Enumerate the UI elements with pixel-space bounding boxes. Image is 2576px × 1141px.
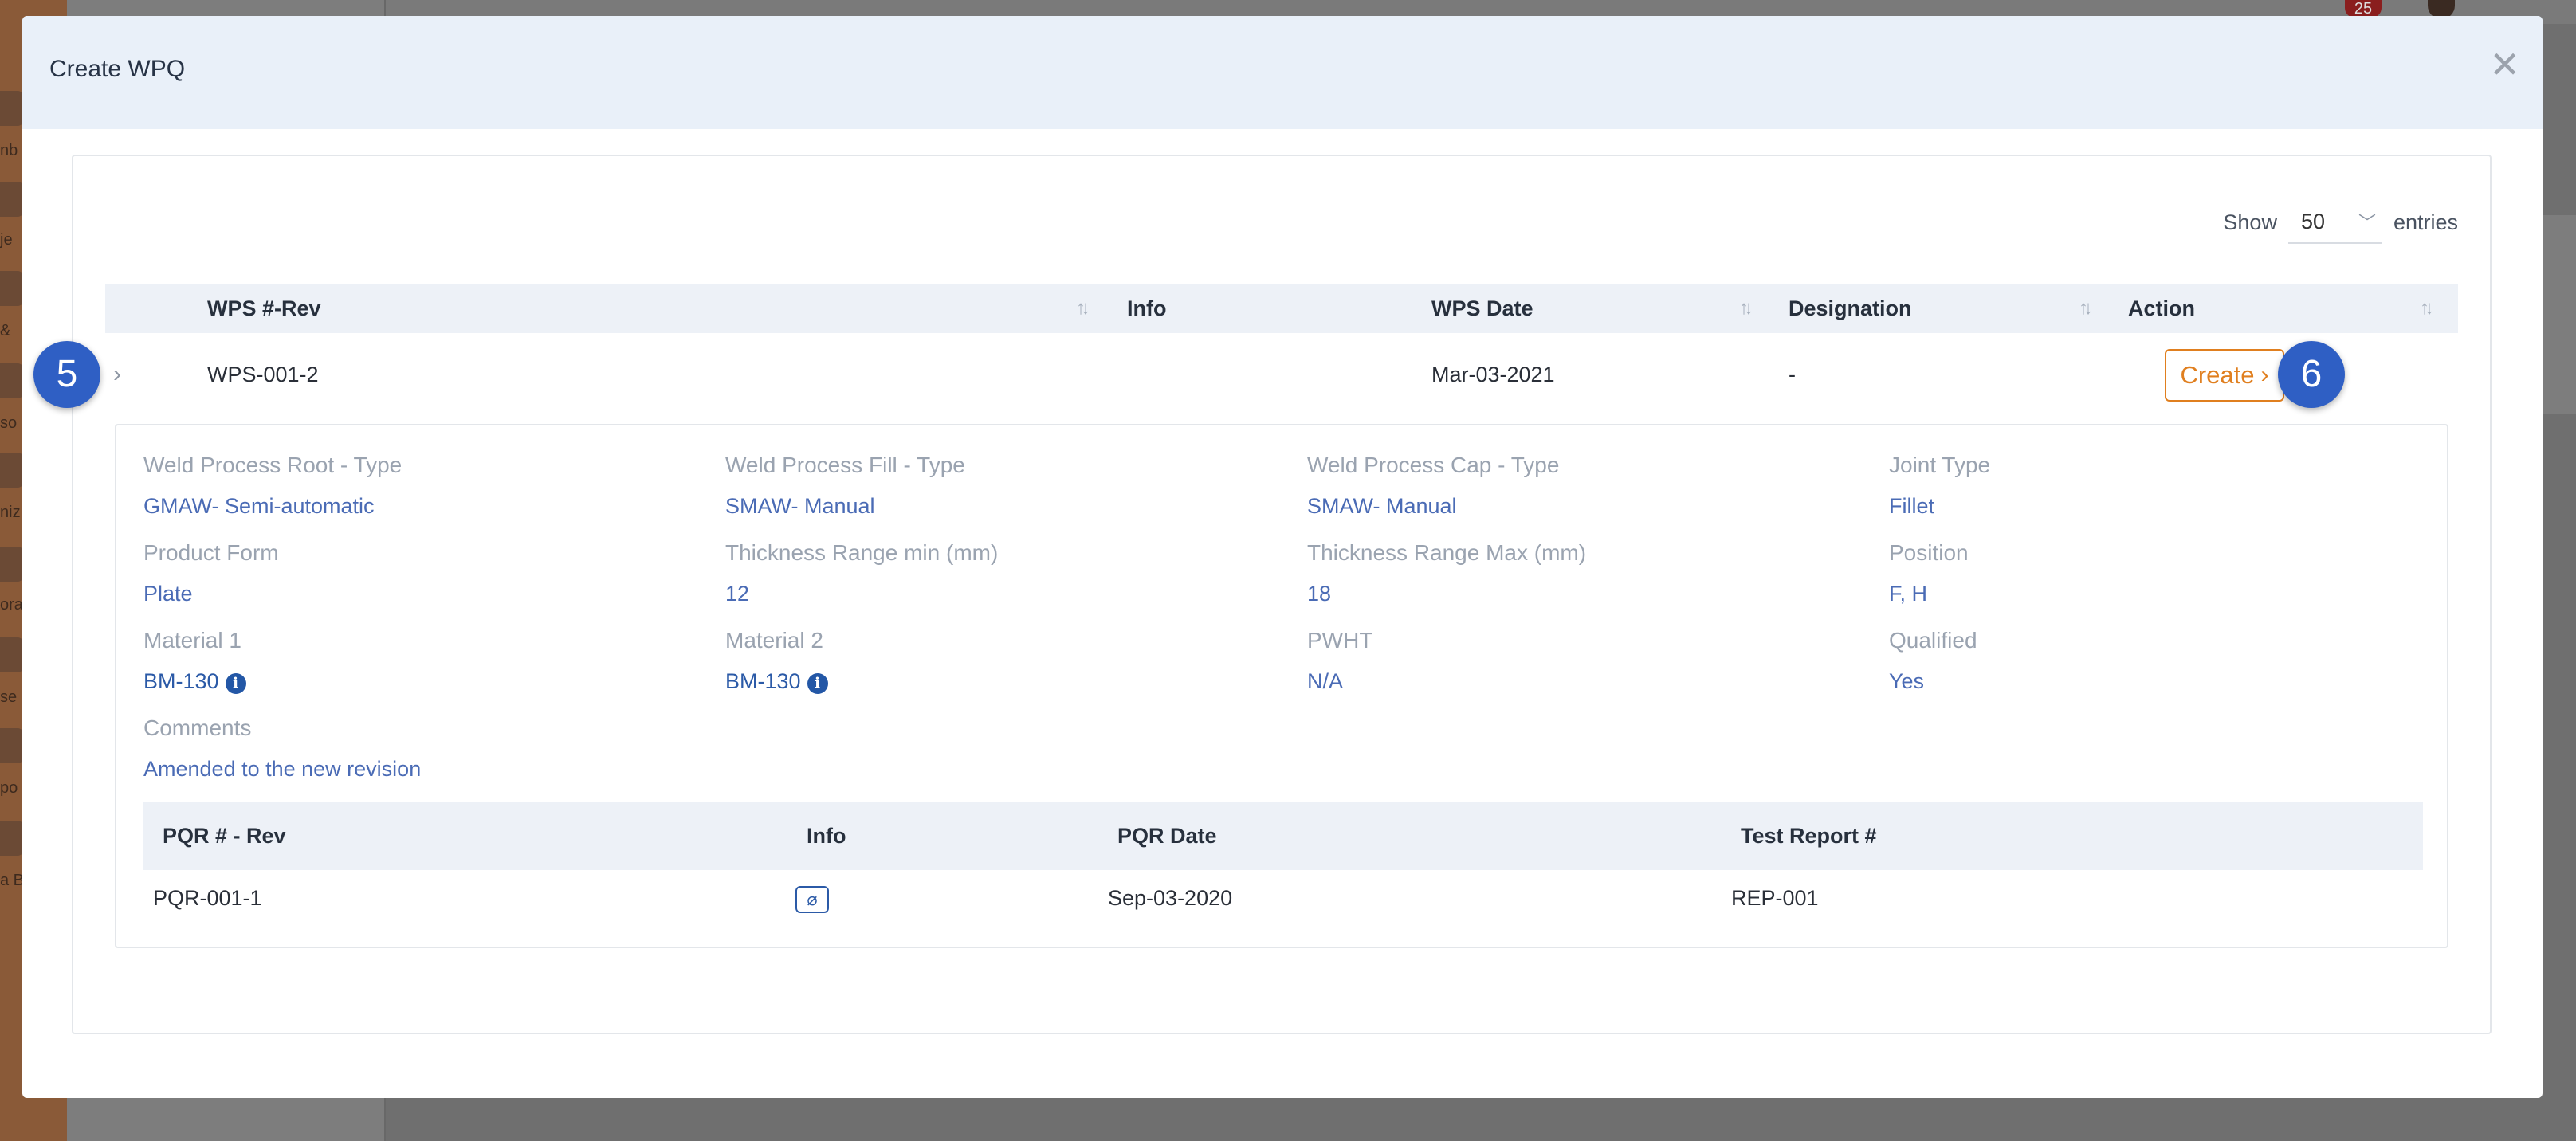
sidebar-corp-icon (0, 547, 24, 582)
sidebar-label: ora (0, 596, 23, 614)
sort-icon[interactable]: ↑↓ (1076, 284, 1090, 333)
sidebar-dashboard-icon (0, 91, 24, 126)
chevron-right-icon[interactable]: › (113, 333, 121, 416)
column-header-designation[interactable]: Designation (1789, 284, 1912, 333)
sidebar-projects-icon (0, 182, 24, 217)
notification-badge: 25 (2345, 0, 2382, 18)
comments-value: Amended to the new revision (143, 757, 422, 781)
field-label: Product Form (143, 540, 279, 565)
modal-title: Create WPQ (49, 56, 186, 82)
show-entries-control: Show 50 ﹀ entries (2223, 201, 2458, 244)
create-button-label: Create (2180, 361, 2255, 389)
field-label: Joint Type (1889, 453, 1991, 477)
material-2-value: BM-130 i (725, 669, 828, 694)
create-button[interactable]: Create › (2165, 349, 2284, 402)
wps-table-header: WPS #-Rev ↑↓ Info WPS Date ↑↓ Designatio… (105, 284, 2458, 333)
sidebar-org-icon (0, 453, 24, 488)
sidebar-label: po (0, 779, 18, 797)
sidebar-label: nb (0, 142, 18, 159)
field-label: Weld Process Fill - Type (725, 453, 965, 477)
sidebar-label: a B (0, 872, 25, 889)
material-2-link[interactable]: BM-130 (725, 669, 801, 693)
close-icon[interactable]: ✕ (2489, 46, 2520, 83)
pqr-date-cell: Sep-03-2020 (1108, 886, 1233, 910)
column-header-info: Info (1127, 296, 1167, 320)
modal-header: Create WPQ ✕ (22, 16, 2543, 129)
field-value: GMAW- Semi-automatic (143, 494, 375, 518)
info-icon[interactable]: i (807, 673, 828, 694)
column-header-wps-rev[interactable]: WPS #-Rev (207, 284, 321, 333)
field-label: Qualified (1889, 628, 1977, 653)
step-marker-6: 6 (2278, 341, 2345, 408)
show-label: Show (2223, 210, 2277, 234)
table-row: › WPS-001-2 Mar-03-2021 - Create › (105, 333, 2458, 416)
test-report-cell: REP-001 (1731, 886, 1819, 910)
column-header-pqr-info: Info (807, 824, 846, 848)
sidebar-tools-icon (0, 271, 24, 306)
sidebar-reports-icon (0, 728, 24, 763)
step-marker-5: 5 (33, 341, 100, 408)
field-label: Material 2 (725, 628, 823, 653)
field-label: Thickness Range min (mm) (725, 540, 999, 565)
entries-select-value: 50 (2300, 209, 2325, 233)
field-label: Material 1 (143, 628, 242, 653)
field-value: 12 (725, 582, 750, 606)
entries-select[interactable]: 50 ﹀ (2287, 201, 2382, 244)
wps-rev-cell: WPS-001-2 (207, 363, 319, 386)
field-label: Position (1889, 540, 1969, 565)
field-value: 18 (1307, 582, 1332, 606)
field-value: N/A (1307, 669, 1344, 693)
sidebar-database-icon (0, 821, 24, 856)
sidebar-label: je (0, 231, 13, 249)
wps-detail-panel: Weld Process Root - Type GMAW- Semi-auto… (115, 424, 2448, 948)
pqr-table-header: PQR # - Rev Info PQR Date Test Report # (143, 802, 2423, 870)
create-wpq-modal: Create WPQ ✕ Show 50 ﹀ entries WPS #-Rev… (22, 16, 2543, 1098)
chevron-down-icon: ﹀ (2358, 213, 2376, 233)
material-1-value: BM-130 i (143, 669, 246, 694)
sort-icon[interactable]: ↑↓ (2079, 284, 2093, 333)
column-header-wps-date[interactable]: WPS Date (1431, 284, 1533, 333)
sidebar-label: so (0, 414, 18, 432)
column-header-test-report: Test Report # (1741, 824, 1877, 848)
field-label: Comments (143, 716, 252, 740)
field-label: Weld Process Cap - Type (1307, 453, 1560, 477)
material-1-link[interactable]: BM-130 (143, 669, 219, 693)
sort-icon[interactable]: ↑↓ (2420, 284, 2434, 333)
pqr-rev-cell: PQR-001-1 (153, 886, 262, 910)
field-value: SMAW- Manual (725, 494, 875, 518)
field-value: F, H (1889, 582, 1928, 606)
wps-card: Show 50 ﹀ entries WPS #-Rev ↑↓ Info WPS … (72, 155, 2492, 1034)
field-label: Weld Process Root - Type (143, 453, 402, 477)
column-header-action: Action (2128, 296, 2195, 320)
designation-cell: - (1789, 363, 1796, 386)
field-value: Fillet (1889, 494, 1935, 518)
field-value: Yes (1889, 669, 1925, 693)
info-icon[interactable]: i (225, 673, 246, 694)
field-label: PWHT (1307, 628, 1373, 653)
field-value: SMAW- Manual (1307, 494, 1457, 518)
chevron-right-icon: › (2260, 362, 2269, 388)
entries-label: entries (2393, 210, 2458, 234)
sidebar-label: & (0, 322, 11, 339)
column-header-pqr-rev: PQR # - Rev (163, 824, 286, 848)
wps-date-cell: Mar-03-2021 (1431, 363, 1555, 386)
sidebar-people-icon (0, 363, 24, 398)
table-row: PQR-001-1 ⌀ Sep-03-2020 REP-001 (143, 870, 2423, 926)
paperclip-icon[interactable]: ⌀ (795, 886, 829, 913)
column-header-pqr-date: PQR Date (1117, 824, 1217, 848)
field-label: Thickness Range Max (mm) (1307, 540, 1587, 565)
sidebar-users-icon (0, 637, 24, 672)
sidebar-label: se (0, 688, 18, 706)
field-value: Plate (143, 582, 193, 606)
sidebar-label: niz (0, 504, 21, 521)
sort-icon[interactable]: ↑↓ (1739, 284, 1753, 333)
